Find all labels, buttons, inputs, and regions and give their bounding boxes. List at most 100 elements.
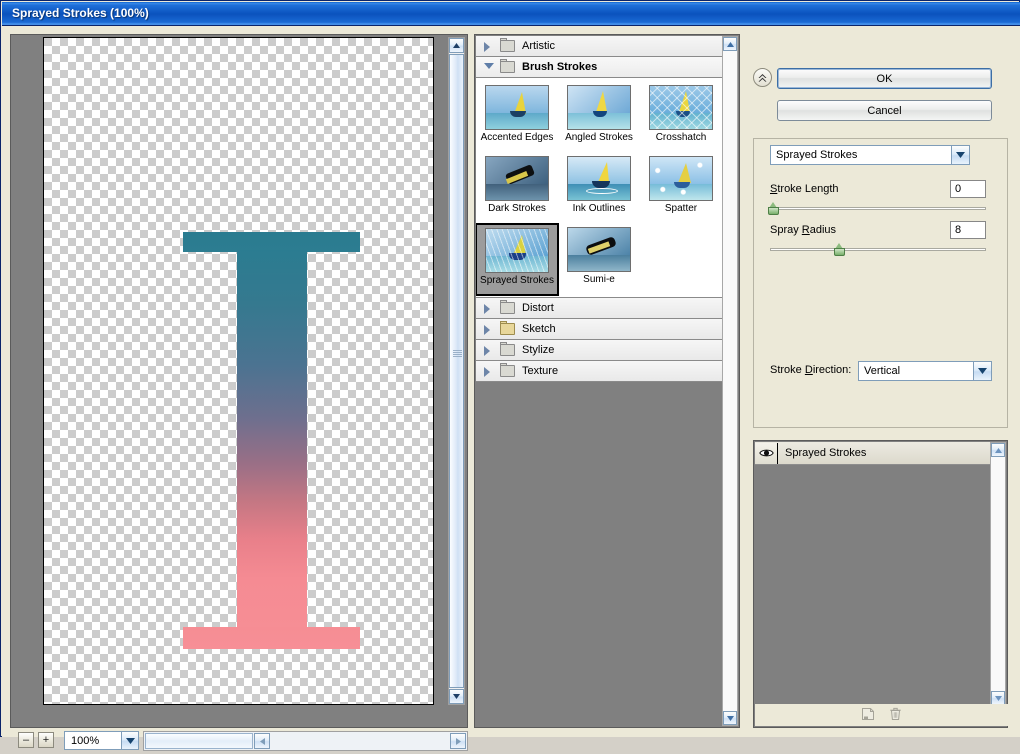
- slider-handle[interactable]: [834, 243, 845, 256]
- effect-layer-row[interactable]: Sprayed Strokes: [755, 442, 991, 465]
- filter-name-dropdown[interactable]: Sprayed Strokes: [770, 145, 970, 165]
- category-row-sketch[interactable]: Sketch: [476, 319, 724, 340]
- zoom-out-button[interactable]: –: [18, 732, 34, 748]
- folder-icon: [500, 363, 515, 377]
- scroll-right-icon[interactable]: [450, 733, 466, 749]
- category-row-texture[interactable]: Texture: [476, 361, 724, 382]
- filter-thumbnail-image: [649, 85, 713, 130]
- category-row-artistic[interactable]: Artistic: [476, 36, 724, 57]
- stroke-direction-dropdown[interactable]: Vertical: [858, 361, 992, 381]
- filter-thumbnail-image: [485, 228, 549, 273]
- filter-name-value: Sprayed Strokes: [776, 149, 858, 161]
- scroll-down-icon[interactable]: [723, 711, 737, 725]
- effect-layer-list[interactable]: Sprayed Strokes: [755, 442, 991, 706]
- stroke-direction-label: Stroke Direction:: [770, 364, 852, 376]
- preview-vertical-scrollbar[interactable]: [448, 37, 465, 705]
- filter-label: Crosshatch: [655, 132, 707, 143]
- zoom-in-button[interactable]: +: [38, 732, 54, 748]
- scroll-thumb-grip-icon: [453, 350, 462, 358]
- thumbnail-row: Sprayed Strokes Sumi-e: [476, 223, 724, 296]
- visibility-toggle[interactable]: [755, 442, 778, 464]
- scroll-down-icon[interactable]: [449, 689, 464, 704]
- collapse-panel-button[interactable]: [753, 68, 772, 87]
- chevron-right-icon[interactable]: [484, 346, 490, 356]
- letter-stem: [237, 250, 307, 632]
- chevron-down-icon[interactable]: [951, 146, 969, 164]
- spray-radius-slider[interactable]: [770, 243, 986, 256]
- folder-icon: [500, 300, 515, 314]
- trash-icon[interactable]: [889, 707, 902, 724]
- filter-item-spatter[interactable]: Spatter: [640, 153, 722, 224]
- chevron-right-icon[interactable]: [484, 367, 490, 377]
- category-label: Brush Strokes: [522, 61, 598, 73]
- filter-thumbnail-image: [485, 156, 549, 201]
- folder-icon: [500, 321, 515, 335]
- thumbnail-row: Dark Strokes Ink Outlines Spatter: [476, 153, 724, 224]
- filter-list-scrollbar[interactable]: [722, 36, 738, 726]
- new-effect-layer-icon[interactable]: [861, 707, 875, 724]
- filter-label: Accented Edges: [480, 132, 554, 143]
- folder-open-icon: [500, 59, 515, 73]
- category-label: Artistic: [522, 40, 555, 52]
- scroll-down-icon[interactable]: [991, 691, 1005, 705]
- filter-thumbnail-image: [567, 85, 631, 130]
- category-row-distort[interactable]: Distort: [476, 298, 724, 319]
- scroll-up-icon[interactable]: [449, 38, 464, 53]
- chevron-right-icon[interactable]: [484, 42, 490, 52]
- filter-label: Dark Strokes: [488, 203, 546, 214]
- preview-panel: [10, 34, 468, 728]
- slider-handle[interactable]: [768, 202, 779, 215]
- dialog-client-area: – + 100% Artistic Brush Strokes Accented…: [2, 26, 1020, 751]
- filter-item-sprayed-strokes[interactable]: Sprayed Strokes: [476, 223, 559, 296]
- effect-layer-name: Sprayed Strokes: [785, 447, 867, 459]
- filter-label: Sumi-e: [583, 274, 615, 285]
- filter-gallery-window: Sprayed Strokes (100%) – + 100% Artistic…: [0, 0, 1020, 751]
- filter-item-dark-strokes[interactable]: Dark Strokes: [476, 153, 558, 224]
- chevron-right-icon[interactable]: [484, 325, 490, 335]
- filter-thumbnail-image: [485, 85, 549, 130]
- settings-panel: OK Cancel Sprayed Strokes Stroke Length …: [747, 34, 1013, 728]
- chevron-down-icon[interactable]: [484, 63, 494, 69]
- preview-canvas[interactable]: [43, 37, 434, 705]
- stroke-length-value[interactable]: 0: [950, 180, 986, 198]
- filter-item-angled-strokes[interactable]: Angled Strokes: [558, 82, 640, 153]
- letter-bottom-serif: [183, 627, 360, 649]
- spray-radius-value[interactable]: 8: [950, 221, 986, 239]
- category-label: Distort: [522, 302, 554, 314]
- zoom-level-combobox[interactable]: 100%: [64, 731, 139, 750]
- folder-icon: [500, 38, 515, 52]
- filter-settings-group: Sprayed Strokes Stroke Length 0 Spray Ra…: [753, 138, 1008, 428]
- preview-hscroll-thumb[interactable]: [145, 733, 253, 749]
- category-label: Stylize: [522, 344, 555, 356]
- filter-category-panel: Artistic Brush Strokes Accented Edges An…: [474, 34, 740, 728]
- cancel-button[interactable]: Cancel: [777, 100, 992, 121]
- filter-item-ink-outlines[interactable]: Ink Outlines: [558, 153, 640, 224]
- effect-layer-scrollbar[interactable]: [990, 442, 1006, 706]
- category-row-stylize[interactable]: Stylize: [476, 340, 724, 361]
- stroke-direction-value: Vertical: [864, 365, 901, 377]
- category-row-brush-strokes[interactable]: Brush Strokes: [476, 57, 724, 78]
- slider-track: [770, 248, 986, 251]
- slider-track: [770, 207, 986, 210]
- stroke-length-slider[interactable]: [768, 202, 986, 215]
- filter-label: Angled Strokes: [565, 132, 633, 143]
- folder-icon: [500, 342, 515, 356]
- filter-label: Ink Outlines: [572, 203, 626, 214]
- chevron-down-icon[interactable]: [121, 732, 138, 749]
- filter-item-sumi-e[interactable]: Sumi-e: [558, 224, 640, 295]
- preview-horizontal-scrollbar[interactable]: [143, 731, 468, 751]
- scroll-up-icon[interactable]: [991, 443, 1005, 457]
- title-bar: Sprayed Strokes (100%): [2, 2, 1020, 26]
- chevron-right-icon[interactable]: [484, 304, 490, 314]
- ok-button[interactable]: OK: [777, 68, 992, 89]
- category-label: Sketch: [522, 323, 556, 335]
- filter-item-crosshatch[interactable]: Crosshatch: [640, 82, 722, 153]
- thumbnail-row: Accented Edges Angled Strokes Crosshatch: [476, 82, 724, 153]
- filter-item-accented-edges[interactable]: Accented Edges: [476, 82, 558, 153]
- scroll-left-icon[interactable]: [254, 733, 270, 749]
- scroll-up-icon[interactable]: [723, 37, 737, 51]
- filter-category-list[interactable]: Artistic Brush Strokes Accented Edges An…: [476, 36, 724, 726]
- preview-artwork-letter: [183, 232, 360, 649]
- preview-scroll-thumb[interactable]: [449, 54, 464, 688]
- chevron-down-icon[interactable]: [973, 362, 991, 380]
